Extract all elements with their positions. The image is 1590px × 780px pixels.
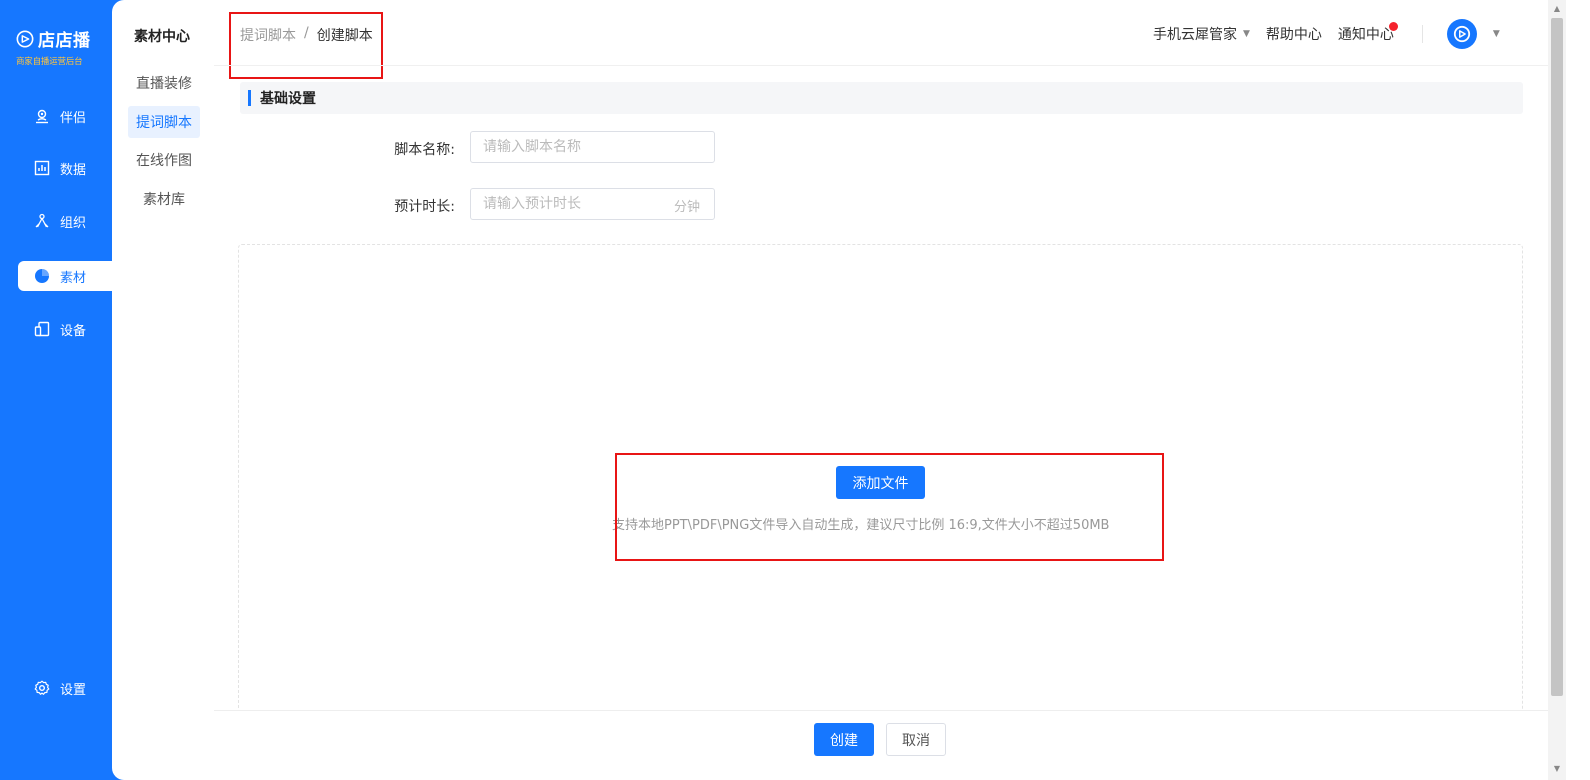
duration-unit: 分钟 [674, 200, 701, 215]
sidebar-item-label: 数据 [60, 162, 87, 178]
gear-icon [34, 680, 50, 695]
upload-hint: 支持本地PPT\PDF\PNG文件导入自动生成，建议尺寸比例 16:9,文件大小… [612, 518, 1110, 533]
help-center-link[interactable]: 帮助中心 [1266, 24, 1322, 44]
breadcrumb-current: 创建脚本 [316, 28, 373, 44]
script-name-input[interactable] [470, 131, 715, 163]
brand-subtitle: 商家自播运营后台 [16, 57, 83, 67]
section-header: 基础设置 [240, 82, 1523, 114]
notification-label: 通知中心 [1337, 27, 1394, 43]
subnav-item-online-drawing[interactable]: 在线作图 [128, 144, 200, 176]
breadcrumb-separator: / [304, 25, 309, 41]
cancel-button[interactable]: 取消 [886, 723, 946, 756]
scroll-down-icon[interactable]: ▼ [1551, 764, 1563, 773]
subnav-title: 素材中心 [134, 29, 190, 45]
phone-manager-dropdown[interactable]: 手机云犀管家 ▼ [1153, 24, 1250, 44]
subnav-item-prompt-script[interactable]: 提词脚本 [128, 106, 200, 138]
subnav-item-material-library[interactable]: 素材库 [128, 183, 200, 215]
divider [1421, 25, 1423, 43]
sidebar-item-label: 素材 [60, 270, 87, 286]
sidebar-item-material[interactable]: 素材 [18, 261, 118, 291]
script-name-label: 脚本名称: [394, 142, 455, 158]
avatar-logo-icon [1453, 25, 1471, 43]
duration-label: 预计时长: [394, 199, 455, 215]
breadcrumb-parent[interactable]: 提词脚本 [240, 25, 296, 45]
avatar-caret-down-icon[interactable]: ▼ [1493, 29, 1500, 39]
sidebar-item-label: 设备 [60, 323, 87, 339]
section-title: 基础设置 [260, 91, 316, 107]
chart-icon [34, 160, 50, 176]
avatar[interactable] [1446, 19, 1477, 49]
header-divider [214, 65, 1548, 66]
device-icon [34, 321, 50, 337]
companion-icon [36, 109, 48, 124]
top-right-actions: 手机云犀管家 ▼ 帮助中心 通知中心 ▼ [1153, 17, 1500, 51]
sidebar-item-label: 伴侣 [60, 110, 87, 126]
caret-down-icon: ▼ [1243, 29, 1250, 39]
notification-dot [1388, 22, 1398, 31]
scroll-up-icon[interactable]: ▲ [1551, 4, 1563, 13]
add-file-button[interactable]: 添加文件 [836, 466, 925, 499]
right-gutter [1566, 0, 1590, 780]
section-accent [248, 90, 251, 106]
notification-center-link[interactable]: 通知中心 [1337, 22, 1398, 44]
sidebar-item-label: 组织 [60, 215, 87, 231]
create-button[interactable]: 创建 [814, 723, 874, 756]
scrollbar-thumb[interactable] [1551, 18, 1563, 696]
form-footer [214, 710, 1548, 780]
sidebar-item-device[interactable]: 设备 [18, 314, 118, 344]
sidebar-item-settings[interactable]: 设置 [18, 673, 118, 703]
sub-navigation: 素材中心 直播装修 提词脚本 在线作图 素材库 [112, 0, 214, 780]
brand[interactable]: 店店播 商家自播运营后台 [16, 26, 91, 67]
breadcrumb: 提词脚本 / 创建脚本 [240, 25, 373, 45]
main-sidebar: 店店播 商家自播运营后台 伴侣 数据 组织 素材 设备 设置 [0, 0, 118, 780]
brand-logo-icon [16, 30, 34, 47]
phone-manager-label: 手机云犀管家 [1153, 27, 1237, 43]
organization-icon [35, 213, 49, 228]
subnav-item-live-decoration[interactable]: 直播装修 [128, 67, 200, 99]
sidebar-item-data[interactable]: 数据 [18, 153, 118, 183]
sidebar-item-label: 设置 [60, 682, 87, 698]
sidebar-item-organization[interactable]: 组织 [18, 206, 118, 236]
sidebar-item-companion[interactable]: 伴侣 [18, 101, 118, 131]
material-icon [35, 269, 49, 283]
brand-name: 店店播 [38, 31, 91, 51]
